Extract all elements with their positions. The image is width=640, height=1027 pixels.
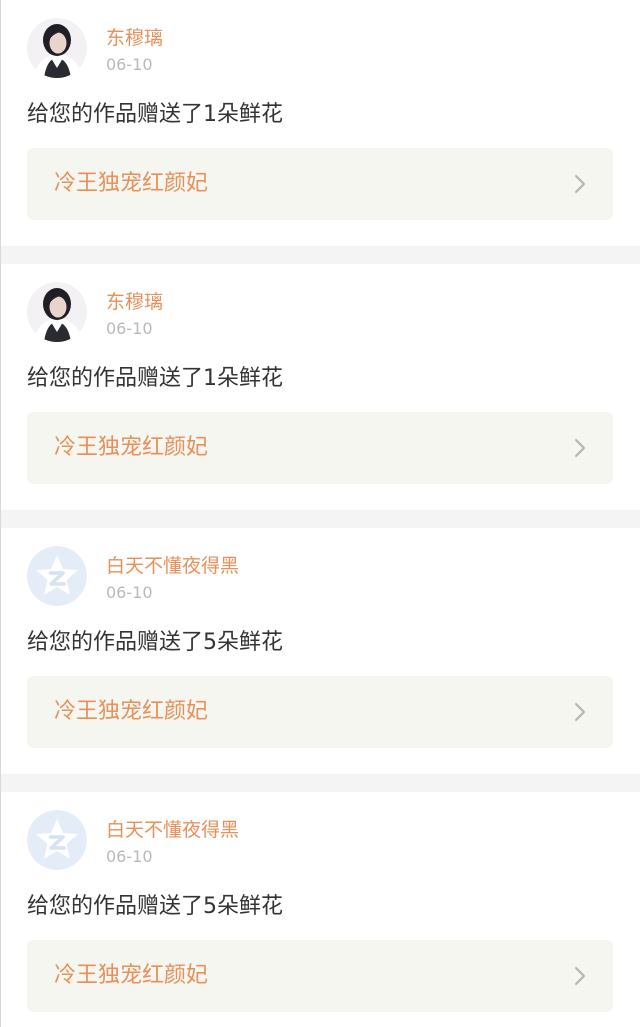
username[interactable]: 东穆璃	[106, 289, 163, 315]
date: 06-10	[106, 319, 153, 338]
date: 06-10	[106, 55, 153, 74]
chevron-right-icon	[573, 966, 587, 986]
work-link[interactable]: 冷王独宠红颜妃	[27, 676, 613, 748]
work-link[interactable]: 冷王独宠红颜妃	[27, 148, 613, 220]
gift-message: 给您的作品赠送了1朵鲜花	[27, 102, 283, 127]
chevron-right-icon	[573, 438, 587, 458]
notification-card: 白天不懂夜得黑 06-10 给您的作品赠送了5朵鲜花 冷王独宠红颜妃	[0, 528, 640, 774]
qzone-star-icon	[27, 546, 87, 606]
avatar[interactable]	[27, 282, 87, 342]
work-link[interactable]: 冷王独宠红颜妃	[27, 412, 613, 484]
work-title: 冷王独宠红颜妃	[54, 171, 209, 196]
chevron-right-icon	[573, 702, 587, 722]
work-title: 冷王独宠红颜妃	[54, 963, 209, 988]
username[interactable]: 白天不懂夜得黑	[106, 817, 239, 843]
avatar[interactable]	[27, 18, 87, 78]
notification-card: 东穆璃 06-10 给您的作品赠送了1朵鲜花 冷王独宠红颜妃	[0, 264, 640, 510]
user-photo-avatar-icon	[27, 282, 87, 342]
date: 06-10	[106, 847, 153, 866]
notification-feed: 东穆璃 06-10 给您的作品赠送了1朵鲜花 冷王独宠红颜妃 东穆璃 06-10…	[0, 0, 640, 1027]
avatar[interactable]	[27, 546, 87, 606]
work-title: 冷王独宠红颜妃	[54, 699, 209, 724]
avatar[interactable]	[27, 810, 87, 870]
work-title: 冷王独宠红颜妃	[54, 435, 209, 460]
gift-message: 给您的作品赠送了1朵鲜花	[27, 366, 283, 391]
username[interactable]: 白天不懂夜得黑	[106, 553, 239, 579]
date: 06-10	[106, 583, 153, 602]
qzone-star-icon	[27, 810, 87, 870]
notification-card: 东穆璃 06-10 给您的作品赠送了1朵鲜花 冷王独宠红颜妃	[0, 0, 640, 246]
username[interactable]: 东穆璃	[106, 25, 163, 51]
gift-message: 给您的作品赠送了5朵鲜花	[27, 894, 283, 919]
notification-card: 白天不懂夜得黑 06-10 给您的作品赠送了5朵鲜花 冷王独宠红颜妃	[0, 792, 640, 1027]
user-photo-avatar-icon	[27, 18, 87, 78]
work-link[interactable]: 冷王独宠红颜妃	[27, 940, 613, 1012]
gift-message: 给您的作品赠送了5朵鲜花	[27, 630, 283, 655]
left-border	[0, 0, 1, 1027]
chevron-right-icon	[573, 174, 587, 194]
